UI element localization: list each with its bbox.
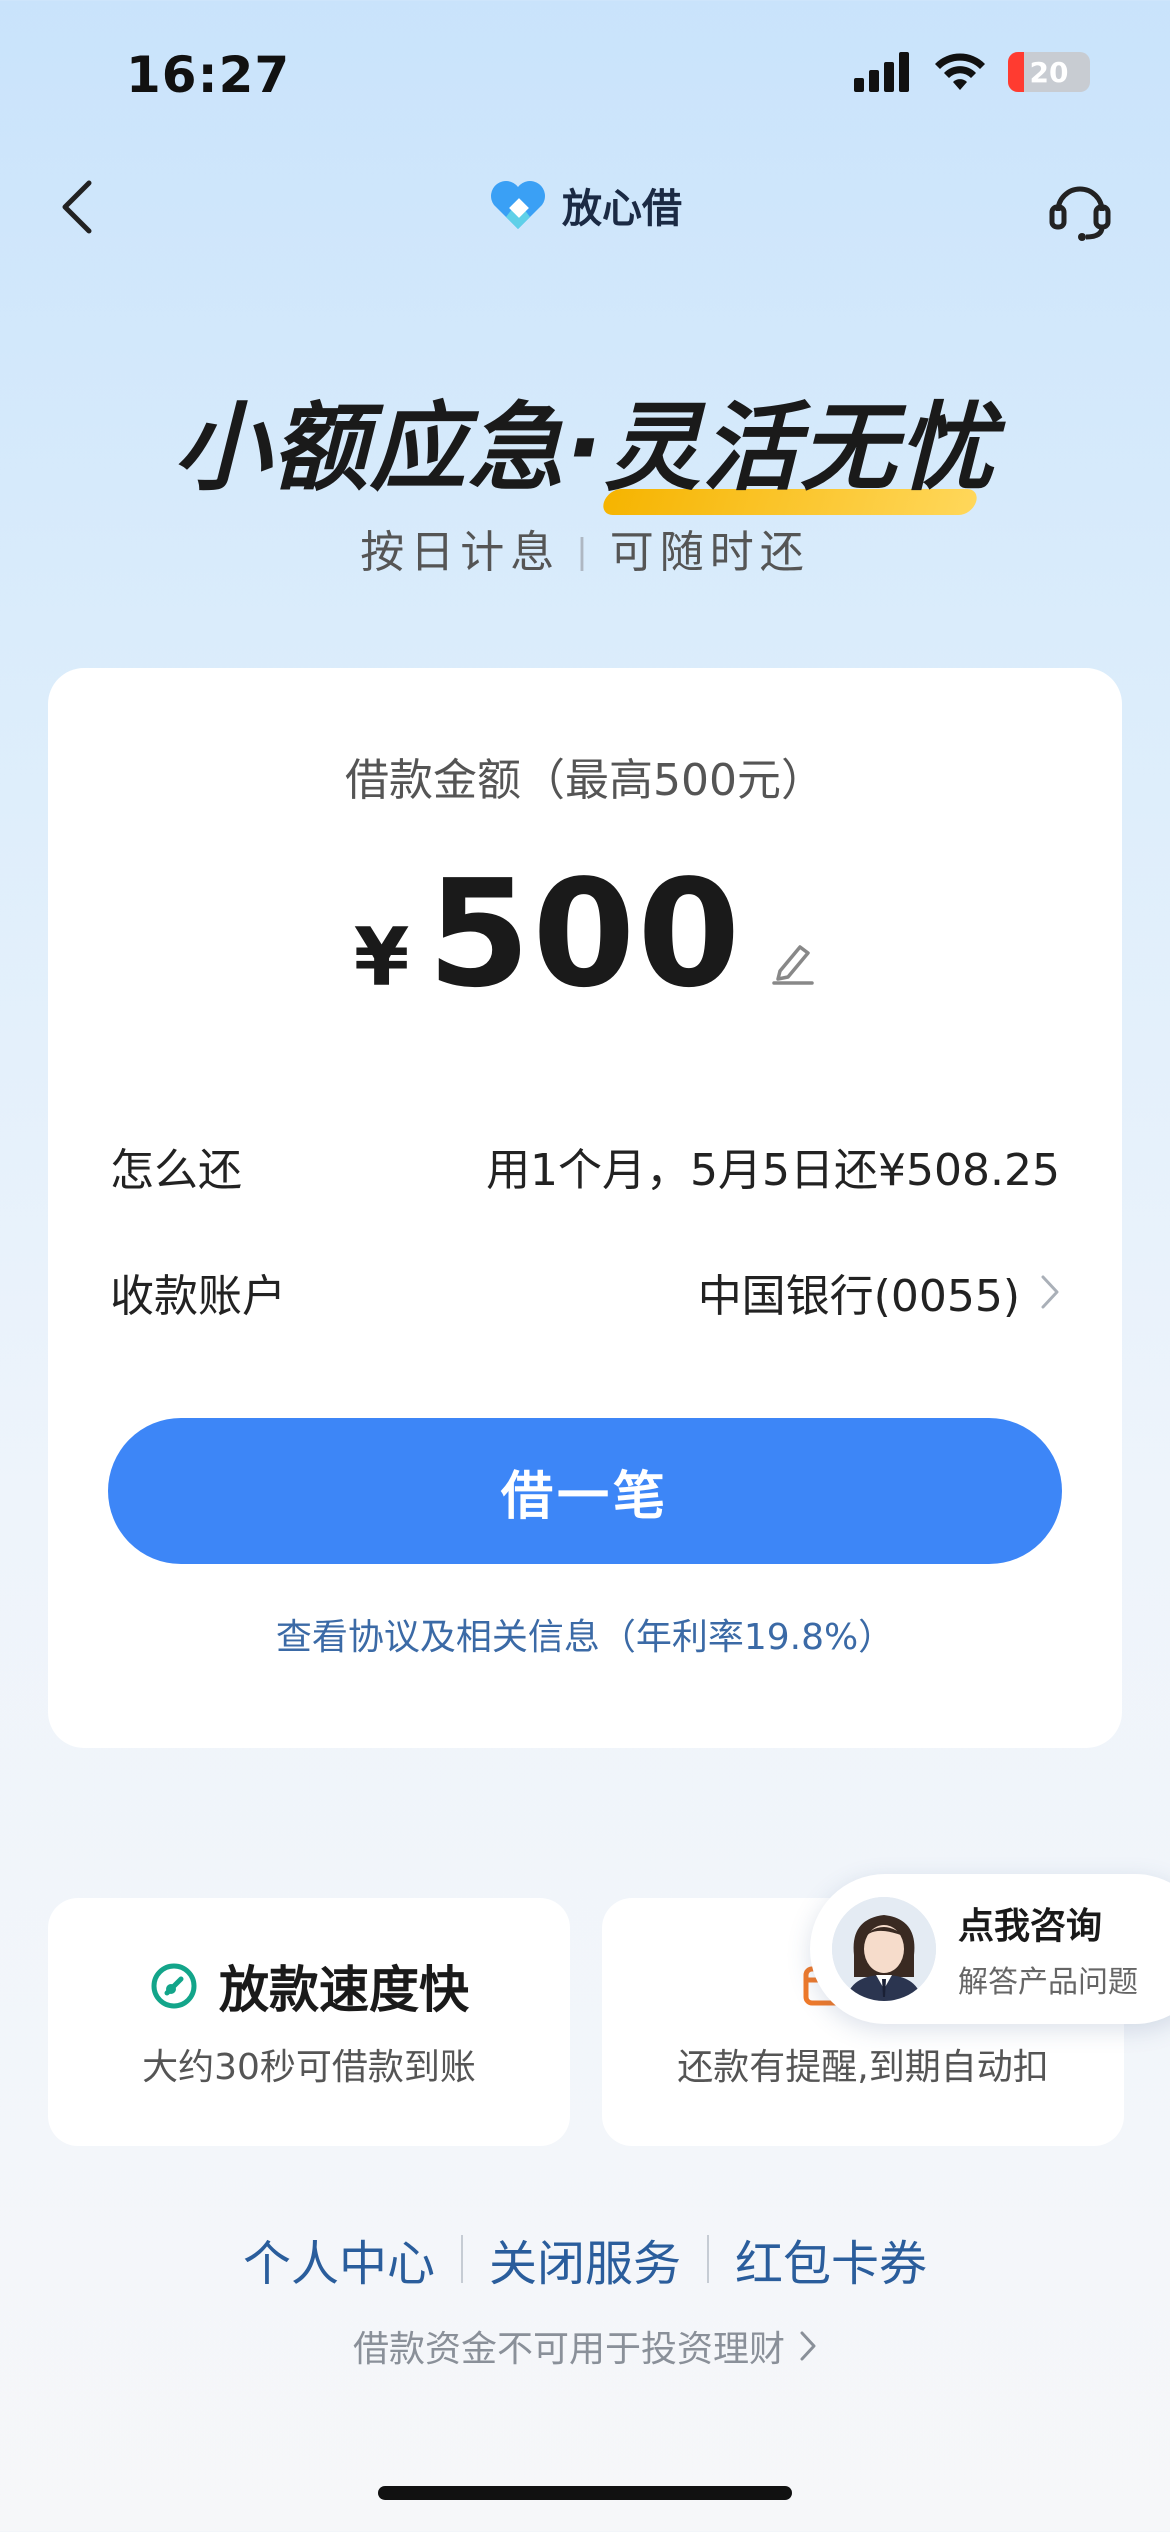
amount-row: ¥ 500 xyxy=(48,848,1122,1020)
battery-fill xyxy=(1008,52,1025,92)
amount-label: 借款金额（最高500元） xyxy=(345,755,825,806)
amount-value[interactable]: 500 xyxy=(427,848,742,1020)
home-indicator xyxy=(378,2486,792,2500)
loan-card: 借款金额（最高500元） ¥ 500 怎么还 用1个月，5月5日还¥508.25… xyxy=(48,668,1122,1748)
battery-percent: 20 xyxy=(1029,55,1069,89)
footer-note-text: 借款资金不可用于投资理财 xyxy=(352,2329,785,2370)
chevron-right-icon xyxy=(800,2331,816,2361)
borrow-button[interactable]: 借一笔 xyxy=(108,1418,1062,1564)
status-time: 16:27 xyxy=(126,46,291,104)
feature-title: 放款速度快 xyxy=(219,1961,469,2019)
repay-value: 用1个月，5月5日还¥508.25 xyxy=(486,1145,1060,1196)
footer-note[interactable]: 借款资金不可用于投资理财 xyxy=(0,2320,1170,2372)
customer-service-button[interactable] xyxy=(1040,170,1120,250)
page-title: 放心借 xyxy=(562,186,682,232)
status-icons: 20 xyxy=(854,52,1090,92)
headset-icon xyxy=(1049,186,1111,241)
repay-label: 怎么还 xyxy=(110,1145,242,1196)
hero-subtitle: 按日计息 | 可随时还 xyxy=(0,516,1170,580)
feature-card-speed: 放款速度快 大约30秒可借款到账 xyxy=(48,1898,570,2146)
account-value: 中国银行(0055) xyxy=(697,1271,1020,1322)
footer-links: 个人中心 关闭服务 红包卡券 xyxy=(0,2224,1170,2294)
agent-avatar-icon xyxy=(832,1897,936,2001)
avatar xyxy=(832,1897,936,2001)
link-close-service[interactable]: 关闭服务 xyxy=(489,2224,681,2294)
hero-sub-divider: | xyxy=(576,532,594,572)
consult-subtitle: 解答产品问题 xyxy=(958,1965,1138,2000)
link-coupons[interactable]: 红包卡券 xyxy=(735,2224,927,2294)
amount-currency: ¥ xyxy=(353,911,410,1004)
hero-title-part1: 小额应急· xyxy=(173,392,605,504)
agreement-link[interactable]: 查看协议及相关信息（年利率19.8%） xyxy=(48,1608,1122,1660)
feature-desc: 还款有提醒,到期自动扣 xyxy=(677,2047,1049,2088)
chevron-left-icon xyxy=(62,180,92,234)
feature-title-row: 放款速度快 xyxy=(48,1950,570,2022)
hero-title-highlight: 灵活无忧 xyxy=(604,370,996,509)
hero-sub-left: 按日计息 xyxy=(360,527,561,578)
account-selector[interactable]: 中国银行(0055) xyxy=(698,1260,1060,1324)
consult-float-button[interactable]: 点我咨询 解答产品问题 xyxy=(810,1874,1170,2024)
battery-icon: 20 xyxy=(1008,52,1090,92)
account-label: 收款账户 xyxy=(110,1271,286,1322)
signal-icon xyxy=(854,52,909,92)
chevron-right-icon xyxy=(1041,1275,1059,1309)
speed-clock-icon xyxy=(151,1963,197,2009)
back-button[interactable] xyxy=(42,172,112,242)
hero-sub-right: 可随时还 xyxy=(609,527,810,578)
wifi-icon xyxy=(935,53,985,90)
divider xyxy=(707,2235,709,2283)
link-personal-center[interactable]: 个人中心 xyxy=(243,2224,435,2294)
heart-logo-icon xyxy=(491,181,545,229)
edit-icon[interactable] xyxy=(770,939,816,985)
hero-title: 小额应急·灵活无忧 xyxy=(0,370,1170,509)
consult-title: 点我咨询 xyxy=(958,1906,1103,1947)
divider xyxy=(460,2235,463,2283)
app-logo: 放心借 xyxy=(488,176,682,234)
feature-desc: 大约30秒可借款到账 xyxy=(142,2047,476,2088)
consult-text: 点我咨询 解答产品问题 xyxy=(958,1897,1138,2001)
